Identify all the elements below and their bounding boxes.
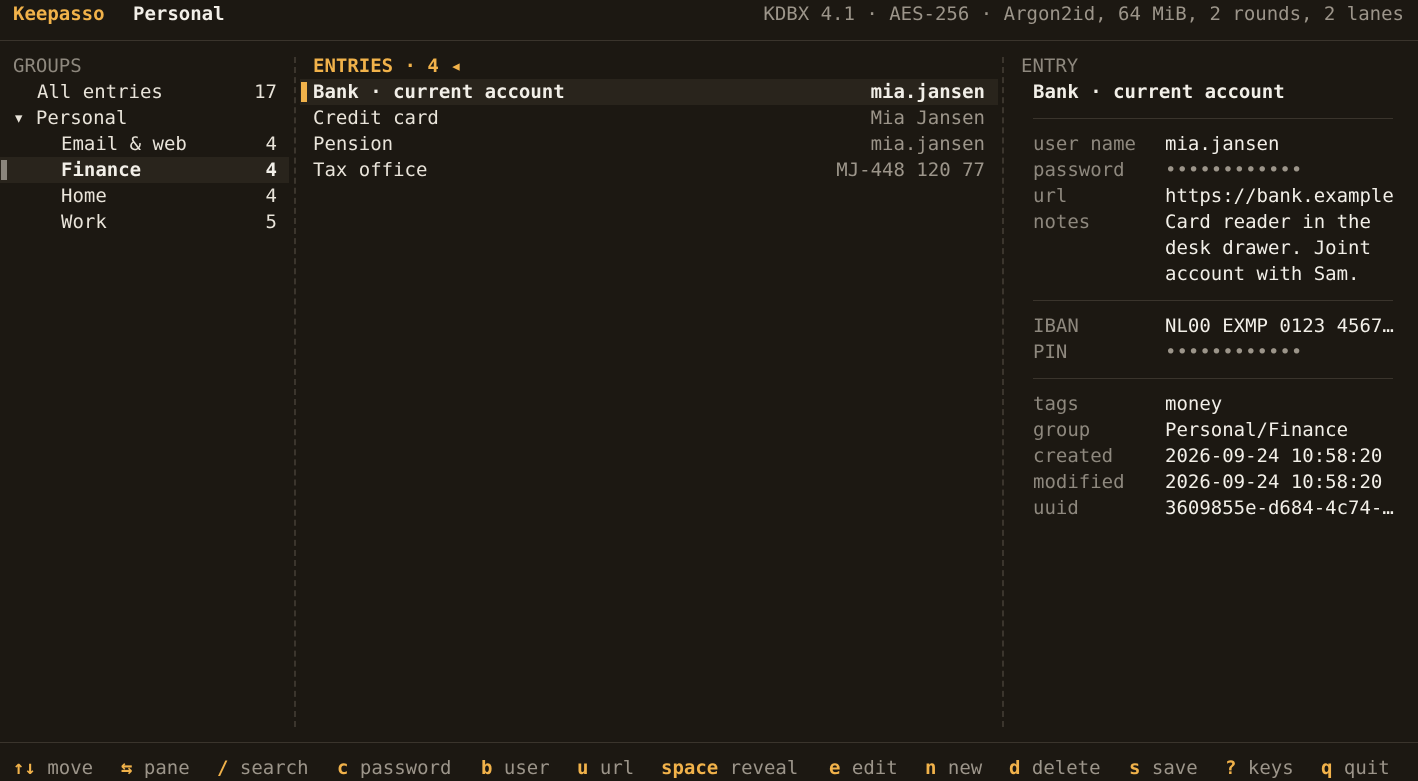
field-label: IBAN bbox=[1033, 315, 1079, 337]
field-label: uuid bbox=[1033, 497, 1079, 519]
group-count: 4 bbox=[265, 159, 277, 181]
key-hint-edit[interactable]: e edit bbox=[829, 755, 898, 781]
group-label: Finance bbox=[61, 159, 142, 181]
group-count: 5 bbox=[265, 211, 277, 233]
field-value: money bbox=[1165, 393, 1223, 415]
group-count: 4 bbox=[265, 133, 277, 155]
field-value: Personal/Finance bbox=[1165, 419, 1349, 441]
groups-header: GROUPS bbox=[13, 55, 82, 77]
group-label: ▾ Personal bbox=[13, 107, 128, 129]
entry-detail-title: Bank · current account bbox=[1033, 81, 1285, 103]
key-hint-new[interactable]: n new bbox=[925, 755, 982, 781]
field-value: 2026-09-24 10:58:20 bbox=[1165, 471, 1383, 493]
pane-divider bbox=[1002, 57, 1004, 727]
key-hint-quit[interactable]: q quit bbox=[1321, 755, 1390, 781]
field-label: created bbox=[1033, 445, 1114, 467]
field-label: PIN bbox=[1033, 341, 1068, 363]
group-label: Email & web bbox=[61, 133, 187, 155]
field-label: url bbox=[1033, 185, 1068, 207]
key-hint-search[interactable]: / search bbox=[217, 755, 309, 781]
detail-divider bbox=[1033, 300, 1393, 301]
field-label: notes bbox=[1033, 211, 1091, 233]
field-value: 3609855e-d684-4c74-… bbox=[1165, 497, 1394, 519]
title-divider bbox=[0, 40, 1418, 41]
field-label: modified bbox=[1033, 471, 1125, 493]
detail-divider bbox=[1033, 378, 1393, 379]
field-value-line: desk drawer. Joint bbox=[1165, 237, 1371, 259]
field-label: user name bbox=[1033, 133, 1136, 155]
field-label: password bbox=[1033, 159, 1125, 181]
app-name: Keepasso bbox=[13, 3, 105, 25]
field-value: •••••••••••• bbox=[1165, 341, 1303, 363]
group-count: 4 bbox=[265, 185, 277, 207]
key-hint-reveal[interactable]: space reveal bbox=[661, 755, 798, 781]
group-label: All entries bbox=[37, 81, 163, 103]
field-value-line: Card reader in the bbox=[1165, 211, 1371, 233]
field-value: 2026-09-24 10:58:20 bbox=[1165, 445, 1383, 467]
key-hint-user[interactable]: b user bbox=[481, 755, 550, 781]
entries-header: ENTRIES · 4 ◂ bbox=[313, 55, 462, 77]
tab-key-icon: ⇆ bbox=[121, 757, 133, 779]
field-label: group bbox=[1033, 419, 1091, 441]
key-hint-pane[interactable]: ⇆ pane bbox=[121, 755, 190, 781]
key-arrows: ↑↓ bbox=[13, 757, 36, 779]
database-info: KDBX 4.1 · AES-256 · Argon2id, 64 MiB, 2… bbox=[763, 3, 1404, 25]
group-label: Home bbox=[61, 185, 107, 207]
key-hint-url[interactable]: u url bbox=[577, 755, 634, 781]
entry-title: Tax office bbox=[313, 159, 428, 181]
key-hint-delete[interactable]: d delete bbox=[1009, 755, 1101, 781]
entry-title: Bank · current account bbox=[313, 81, 565, 103]
entry-title: Pension bbox=[313, 133, 394, 155]
selection-marker bbox=[1, 160, 7, 180]
entry-user: mia.jansen bbox=[870, 81, 985, 103]
entry-user: Mia Jansen bbox=[870, 107, 985, 129]
entry-user: MJ-448 120 77 bbox=[836, 159, 985, 181]
field-value-line: account with Sam. bbox=[1165, 263, 1360, 285]
field-value: https://bank.example bbox=[1165, 185, 1394, 207]
key-hint-save[interactable]: s save bbox=[1129, 755, 1198, 781]
field-value: •••••••••••• bbox=[1165, 159, 1303, 181]
entry-title: Credit card bbox=[313, 107, 439, 129]
key-hint-password[interactable]: c password bbox=[337, 755, 451, 781]
group-count: 17 bbox=[254, 81, 277, 103]
pane-divider bbox=[294, 57, 296, 727]
key-hint-keys[interactable]: ? keys bbox=[1225, 755, 1294, 781]
entry-user: mia.jansen bbox=[870, 133, 985, 155]
footer-divider bbox=[0, 742, 1418, 743]
field-value: NL00 EXMP 0123 4567… bbox=[1165, 315, 1394, 337]
entry-header: ENTRY bbox=[1021, 55, 1079, 77]
field-value: mia.jansen bbox=[1165, 133, 1280, 155]
group-label: Work bbox=[61, 211, 107, 233]
selection-marker bbox=[301, 82, 307, 102]
detail-divider bbox=[1033, 118, 1393, 119]
key-hint-move[interactable]: ↑↓ move bbox=[13, 755, 93, 781]
field-label: tags bbox=[1033, 393, 1079, 415]
database-name: Personal bbox=[133, 3, 225, 25]
